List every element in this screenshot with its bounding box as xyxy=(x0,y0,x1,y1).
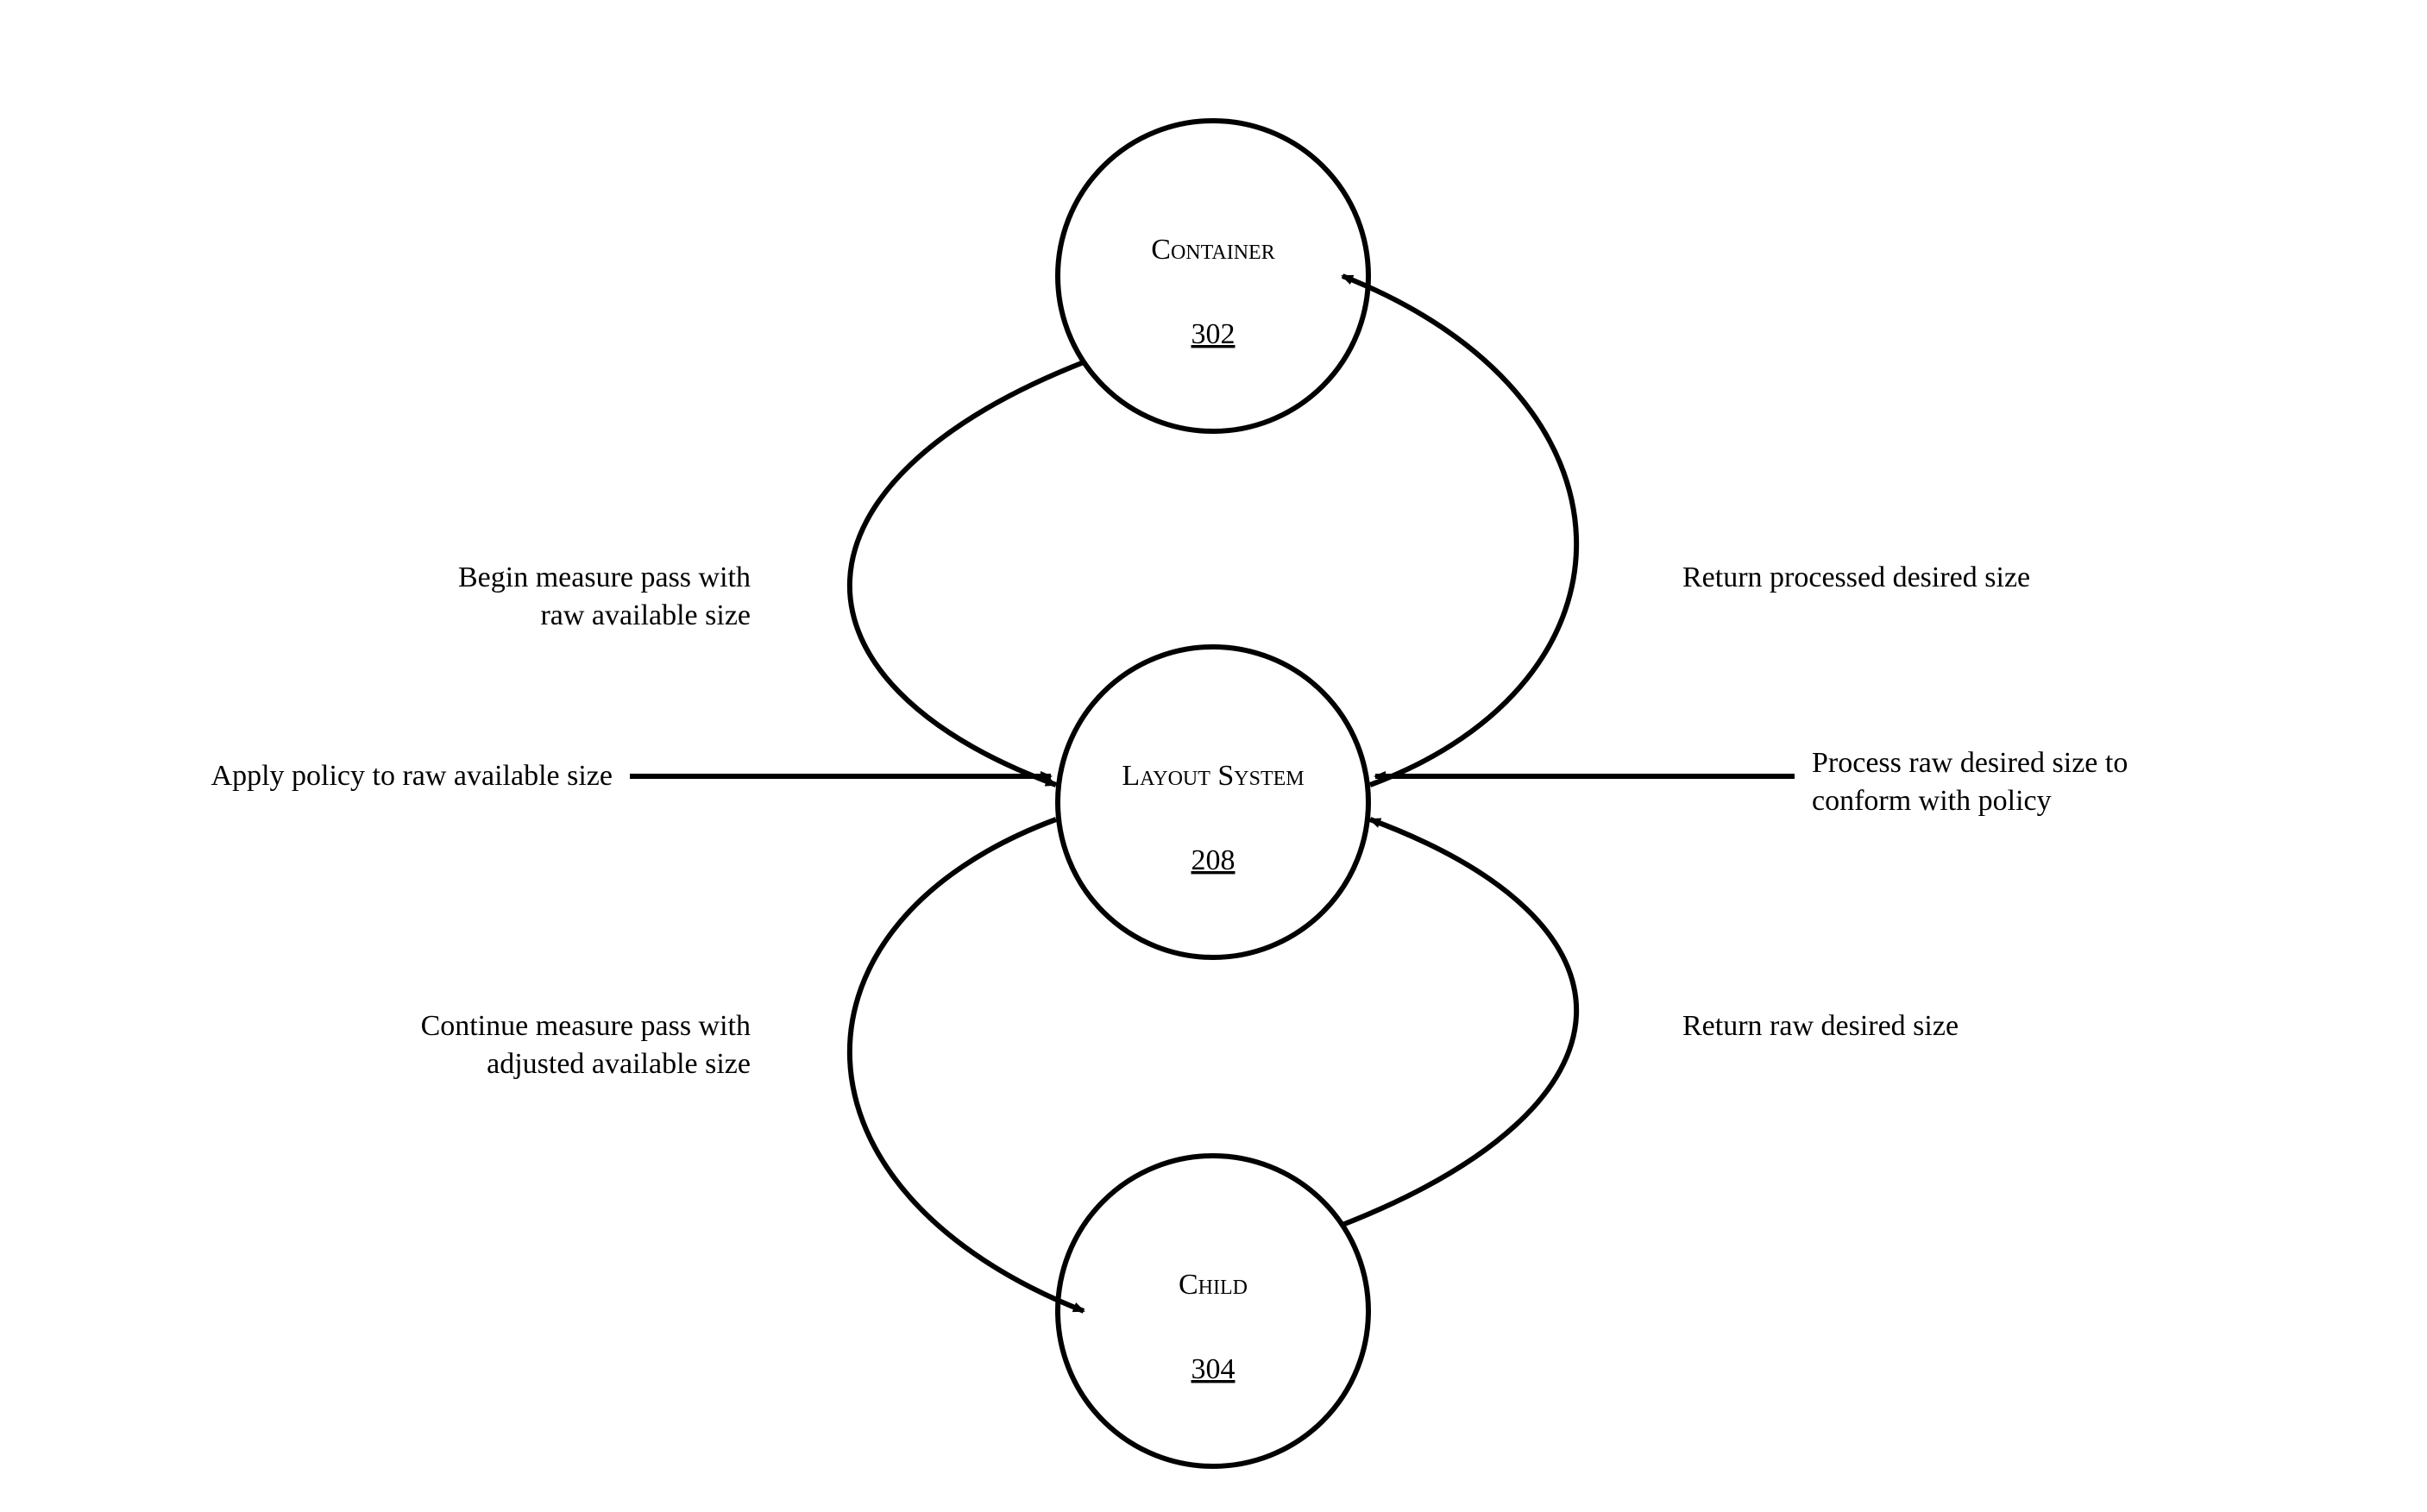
node-layout-system: Layout System 208 xyxy=(1058,647,1368,957)
node-container-title: Container xyxy=(1151,234,1274,266)
edge-layout-to-container xyxy=(1342,276,1576,785)
node-container: Container 302 xyxy=(1058,121,1368,431)
label-top-right-1: Return processed desired size xyxy=(1682,562,2030,593)
edge-layout-to-child xyxy=(850,819,1084,1311)
label-mid-right-1: Process raw desired size to xyxy=(1812,747,2128,779)
label-mid-left-1: Apply policy to raw available size xyxy=(211,760,613,792)
label-bottom-right-1: Return raw desired size xyxy=(1682,1010,1959,1042)
label-top-left-1: Begin measure pass with xyxy=(458,562,751,593)
label-bottom-left-1: Continue measure pass with xyxy=(421,1010,751,1042)
layout-flow-diagram: Container 302 Layout System 208 Child 30… xyxy=(0,0,2427,1512)
node-child-title: Child xyxy=(1179,1269,1248,1301)
edge-child-to-layout xyxy=(1342,819,1576,1225)
node-child: Child 304 xyxy=(1058,1156,1368,1466)
edge-container-to-layout xyxy=(850,362,1084,785)
node-layout-title: Layout System xyxy=(1122,760,1304,792)
node-container-ref: 302 xyxy=(1191,318,1236,350)
label-top-left-2: raw available size xyxy=(540,599,751,631)
label-mid-right-2: conform with policy xyxy=(1812,785,2052,817)
node-layout-ref: 208 xyxy=(1191,844,1236,876)
node-child-ref: 304 xyxy=(1191,1353,1236,1385)
label-bottom-left-2: adjusted available size xyxy=(487,1048,751,1080)
